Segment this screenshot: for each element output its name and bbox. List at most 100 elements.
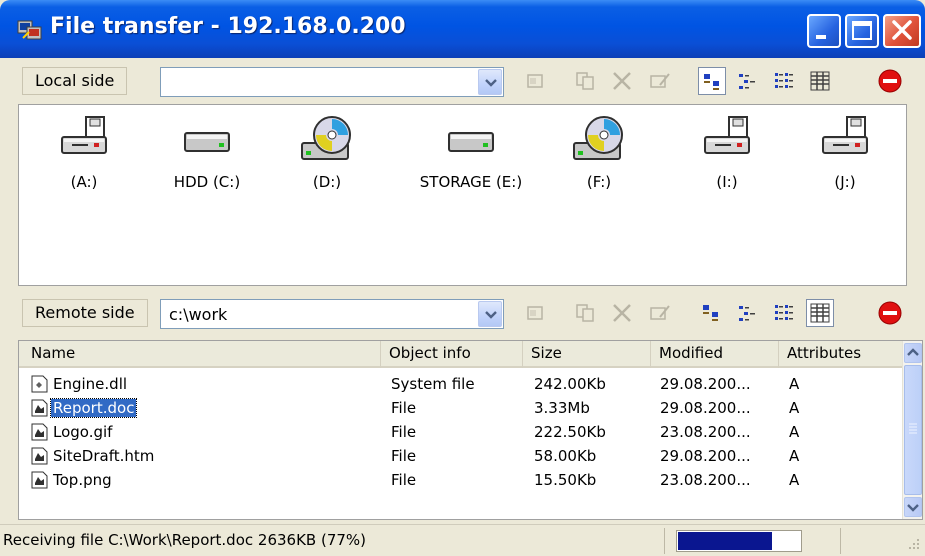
list-view-icon — [775, 73, 793, 88]
chevron-up-icon — [907, 348, 919, 356]
copy-icon — [576, 72, 594, 90]
grip-icon — [909, 423, 917, 434]
drive-label: (D:) — [312, 173, 342, 191]
scroll-up-button[interactable] — [904, 343, 922, 363]
rename-button[interactable] — [646, 67, 674, 95]
status-divider — [840, 528, 841, 554]
drive-item-f[interactable]: (F:) — [539, 115, 659, 191]
file-object-info: File — [391, 423, 417, 441]
local-path-dropdown-button[interactable] — [478, 69, 502, 95]
file-object-info: File — [391, 471, 417, 489]
remote-path-value: c:\work — [169, 305, 228, 324]
file-modified: 29.08.200... — [660, 447, 751, 465]
file-name: Top.png — [53, 471, 112, 489]
file-modified: 23.08.200... — [660, 423, 751, 441]
file-size: 3.33Mb — [534, 399, 590, 417]
details-view-button[interactable] — [806, 299, 834, 327]
file-attributes: A — [789, 423, 800, 441]
transfer-progress-fill — [678, 532, 772, 550]
remote-path-combo[interactable]: c:\work — [160, 299, 504, 329]
delete-icon — [613, 72, 631, 90]
column-header-attributes[interactable]: Attributes — [779, 341, 904, 368]
large-icons-view-button[interactable] — [698, 67, 726, 95]
chevron-down-icon — [485, 311, 497, 319]
file-object-info: File — [391, 399, 417, 417]
floppy-drive-icon — [61, 116, 107, 154]
scroll-thumb[interactable] — [904, 365, 922, 495]
copy-icon — [576, 304, 594, 322]
floppy-drive-icon — [822, 116, 868, 154]
vertical-scrollbar[interactable] — [902, 341, 922, 519]
remote-file-list: Name Object info Size Modified Attribute… — [18, 340, 923, 520]
file-modified: 29.08.200... — [660, 399, 751, 417]
drive-item-e[interactable]: STORAGE (E:) — [401, 115, 541, 191]
new-folder-button[interactable] — [522, 67, 550, 95]
minimize-button[interactable] — [807, 14, 841, 48]
file-name: SiteDraft.htm — [53, 447, 155, 465]
app-icon — [17, 20, 42, 40]
drive-label: (A:) — [70, 173, 98, 191]
file-icon — [31, 471, 48, 489]
drive-item-j[interactable]: (J:) — [785, 115, 905, 191]
local-path-combo[interactable] — [160, 67, 504, 97]
file-transfer-window: File transfer - 192.168.0.200 Local side — [0, 0, 925, 556]
file-attributes: A — [789, 471, 800, 489]
close-icon — [892, 20, 912, 40]
copy-button[interactable] — [572, 67, 600, 95]
small-icons-view-button[interactable] — [734, 299, 762, 327]
drive-item-a[interactable]: (A:) — [24, 115, 144, 191]
folder-icon — [527, 306, 543, 320]
rename-icon — [650, 305, 670, 320]
scroll-down-button[interactable] — [904, 497, 922, 517]
large-icons-view-button[interactable] — [698, 299, 726, 327]
stop-icon — [878, 69, 902, 93]
drive-label: (F:) — [586, 173, 612, 191]
maximize-button[interactable] — [845, 14, 879, 48]
delete-button[interactable] — [608, 299, 636, 327]
column-header-name[interactable]: Name — [19, 341, 381, 368]
close-button[interactable] — [883, 14, 921, 48]
status-bar: Receiving file C:\Work\Report.doc 2636KB… — [0, 524, 925, 556]
small-icons-view-button[interactable] — [734, 67, 762, 95]
file-list-header: Name Object info Size Modified Attribute… — [19, 341, 904, 368]
remote-path-dropdown-button[interactable] — [478, 301, 502, 327]
details-view-button[interactable] — [806, 67, 834, 95]
table-row[interactable]: Engine.dll System file 242.00Kb 29.08.20… — [19, 373, 904, 397]
transfer-progress-bar — [676, 530, 802, 552]
maximize-icon — [852, 21, 872, 40]
resize-grip-icon[interactable] — [905, 535, 921, 551]
column-header-size[interactable]: Size — [523, 341, 651, 368]
title-bar[interactable]: File transfer - 192.168.0.200 — [0, 0, 925, 58]
table-row[interactable]: SiteDraft.htm File 58.00Kb 29.08.200... … — [19, 445, 904, 469]
stop-button[interactable] — [876, 67, 904, 95]
copy-button[interactable] — [572, 299, 600, 327]
list-view-button[interactable] — [770, 67, 798, 95]
large-icons-icon — [704, 74, 719, 90]
file-icon — [31, 399, 48, 417]
file-attributes: A — [789, 375, 800, 393]
system-file-icon — [31, 375, 48, 393]
column-header-object-info[interactable]: Object info — [381, 341, 523, 368]
small-icons-icon — [739, 74, 755, 89]
stop-button[interactable] — [876, 299, 904, 327]
file-attributes: A — [789, 447, 800, 465]
drive-item-c[interactable]: HDD (C:) — [147, 115, 267, 191]
delete-button[interactable] — [608, 67, 636, 95]
floppy-drive-icon — [704, 116, 750, 154]
column-header-modified[interactable]: Modified — [651, 341, 779, 368]
chevron-down-icon — [485, 79, 497, 87]
status-text: Receiving file C:\Work\Report.doc 2636KB… — [3, 531, 367, 549]
cd-drive-icon — [301, 116, 351, 160]
file-size: 15.50Kb — [534, 471, 597, 489]
hard-drive-icon — [448, 132, 494, 152]
table-row[interactable]: Logo.gif File 222.50Kb 23.08.200... A — [19, 421, 904, 445]
new-folder-button[interactable] — [522, 299, 550, 327]
drive-item-i[interactable]: (I:) — [667, 115, 787, 191]
list-view-button[interactable] — [770, 299, 798, 327]
minimize-icon — [816, 35, 826, 39]
table-row[interactable]: Report.doc File 3.33Mb 29.08.200... A — [19, 397, 904, 421]
rename-button[interactable] — [646, 299, 674, 327]
file-modified: 23.08.200... — [660, 471, 751, 489]
drive-item-d[interactable]: (D:) — [267, 115, 387, 191]
table-row[interactable]: Top.png File 15.50Kb 23.08.200... A — [19, 469, 904, 493]
